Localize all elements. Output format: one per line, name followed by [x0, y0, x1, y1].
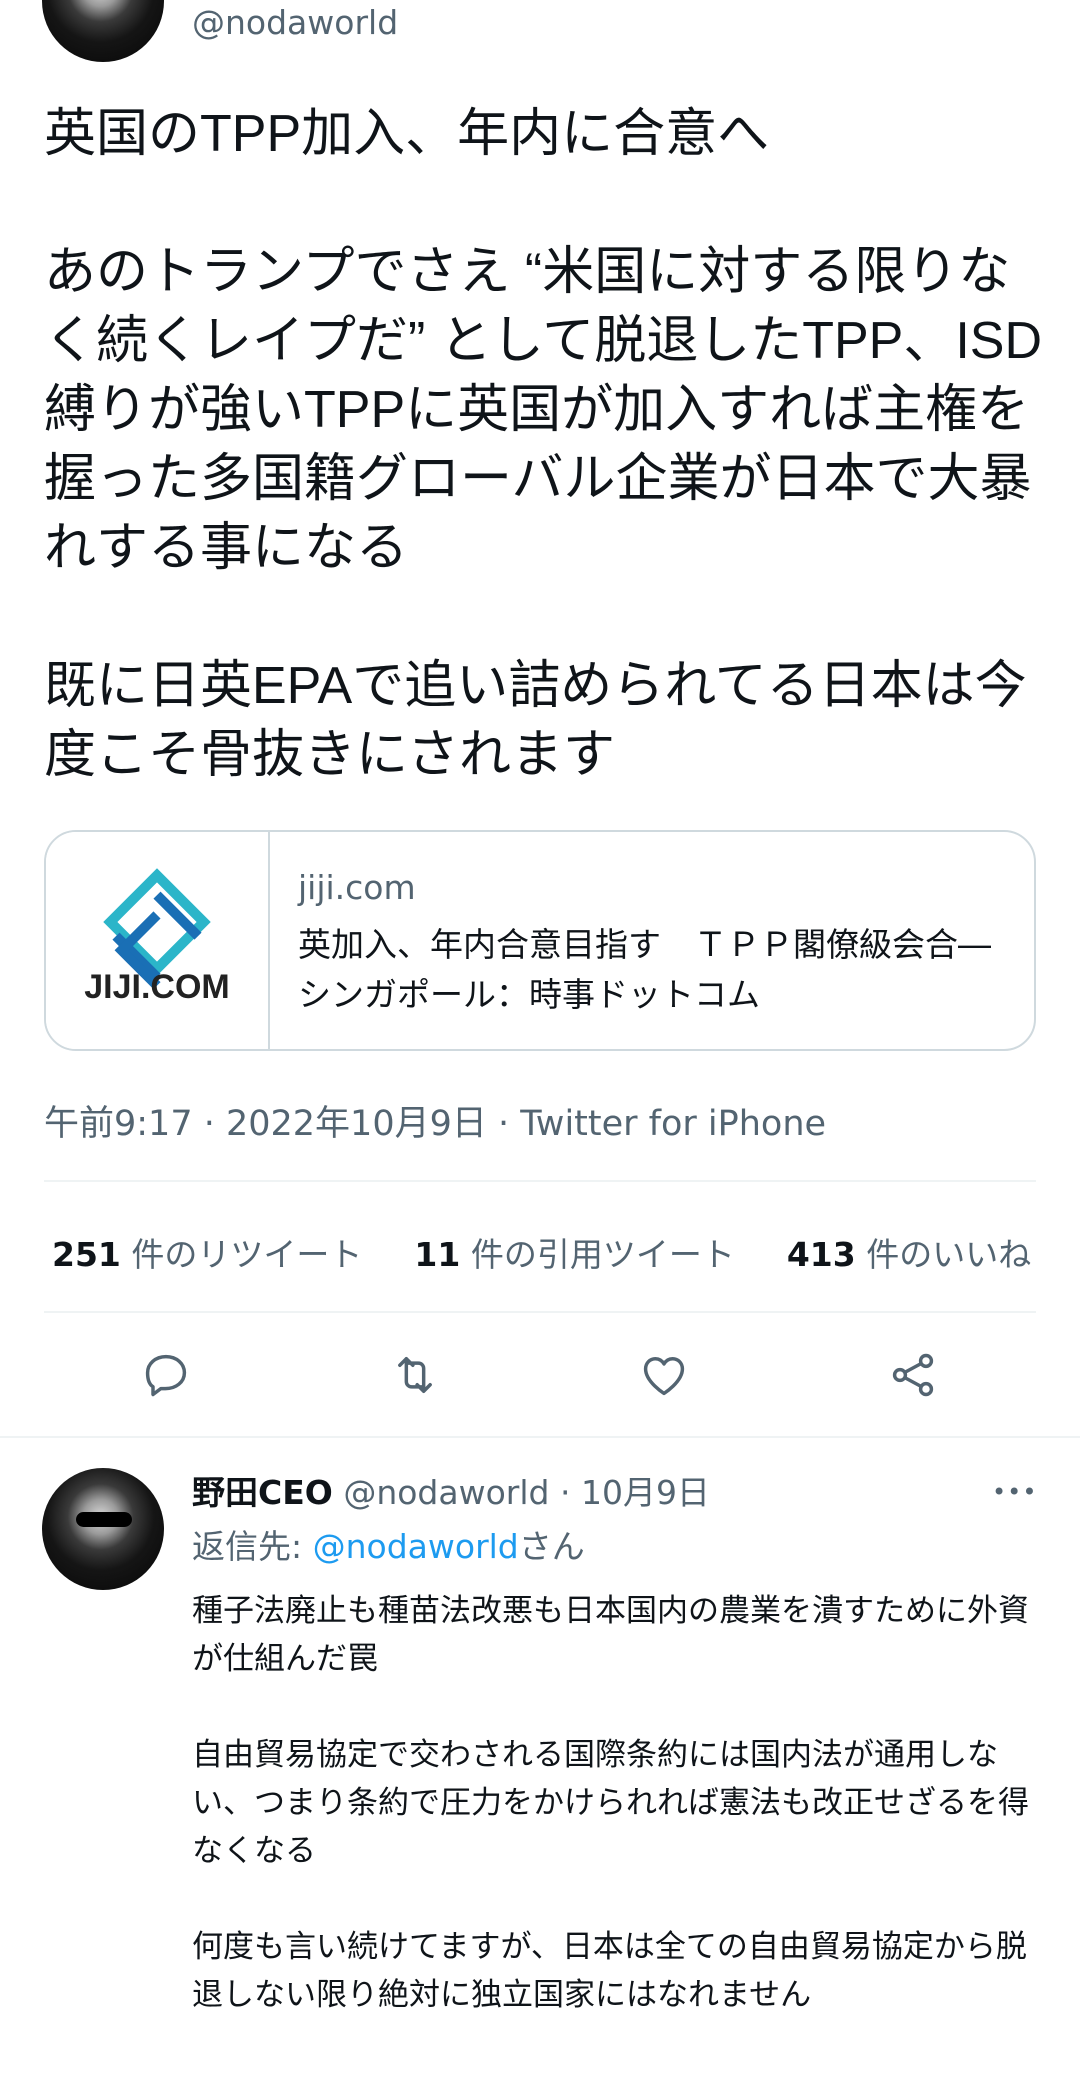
- quotes-stat[interactable]: 11 件の引用ツイート: [414, 1228, 734, 1276]
- jiji-logo: JIJI.COM: [46, 832, 270, 1049]
- share-icon[interactable]: [887, 1349, 939, 1401]
- divider: [44, 1311, 1036, 1313]
- likes-stat[interactable]: 413 件のいいね: [787, 1228, 1031, 1276]
- more-icon[interactable]: •••: [992, 1478, 1037, 1506]
- tweet-stats: 251 件のリツイート 11 件の引用ツイート 413 件のいいね: [52, 1228, 1080, 1276]
- section-separator: [0, 1436, 1080, 1438]
- top-handle[interactable]: @nodaworld: [192, 3, 398, 42]
- replying-to: 返信先: @nodaworldさん: [192, 1527, 585, 1566]
- reply-author-name[interactable]: 野田CEO: [192, 1473, 333, 1512]
- tweet-text: 英国のTPP加入、年内に合意へ あのトランプでさえ “米国に対する限りなく続くレ…: [44, 105, 1043, 784]
- like-icon[interactable]: [638, 1349, 690, 1401]
- divider: [44, 1180, 1036, 1182]
- replying-to-handle[interactable]: @nodaworld: [313, 1527, 519, 1566]
- top-avatar[interactable]: [42, 0, 164, 62]
- reply-header: 野田CEO @nodaworld · 10月9日: [192, 1468, 710, 1518]
- link-card[interactable]: JIJI.COM jiji.com 英加入、年内合意目指す ＴＰＰ閣僚級会合―シ…: [44, 830, 1036, 1051]
- retweet-icon[interactable]: [389, 1349, 441, 1401]
- reply-date[interactable]: · 10月9日: [560, 1473, 710, 1512]
- reply-author-handle[interactable]: @nodaworld: [343, 1473, 549, 1512]
- card-title: 英加入、年内合意目指す ＴＰＰ閣僚級会合―シンガポール：時事ドットコム: [298, 925, 991, 1014]
- reply-text: 種子法廃止も種苗法改悪も日本国内の農業を潰すために外資が仕組んだ罠 自由貿易協定…: [192, 1593, 1029, 2013]
- reply-icon[interactable]: [140, 1349, 192, 1401]
- jiji-logo-icon: JIJI.COM: [84, 868, 230, 1006]
- tweet-meta[interactable]: 午前9:17 · 2022年10月9日 · Twitter for iPhone: [44, 1095, 826, 1146]
- svg-text:JIJI.COM: JIJI.COM: [84, 968, 229, 1006]
- card-domain: jiji.com: [298, 868, 416, 907]
- retweets-stat[interactable]: 251 件のリツイート: [52, 1228, 362, 1276]
- reply-avatar[interactable]: [42, 1468, 164, 1590]
